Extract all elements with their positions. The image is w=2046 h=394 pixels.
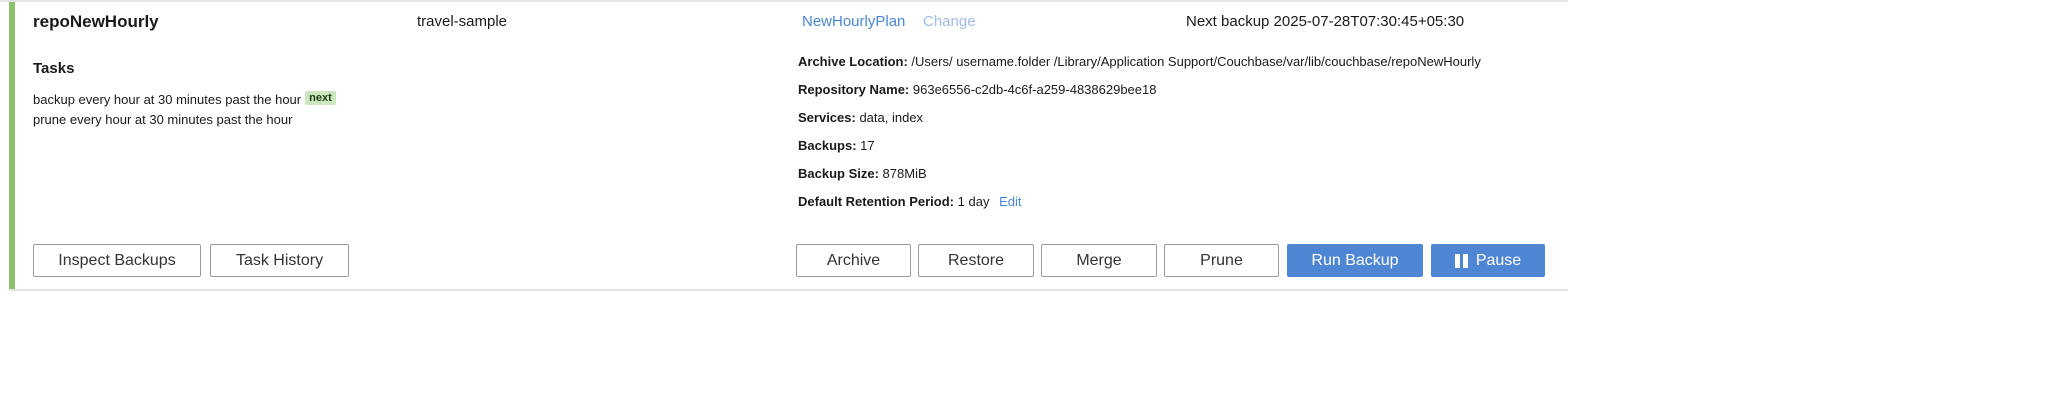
task-history-button[interactable]: Task History xyxy=(210,244,349,277)
task-item: prune every hour at 30 minutes past the … xyxy=(33,112,292,127)
retention-value: 1 day xyxy=(957,194,990,209)
services-value: data, index xyxy=(859,110,924,125)
backup-size-label: Backup Size: xyxy=(798,166,879,181)
next-badge: next xyxy=(305,91,336,105)
bucket-name: travel-sample xyxy=(417,13,508,30)
repository-name-label: Repository Name: xyxy=(798,82,910,97)
retention-row: Default Retention Period: 1 day Edit xyxy=(798,194,1021,209)
task-item: backup every hour at 30 minutes past the… xyxy=(33,91,336,108)
edit-retention-link[interactable]: Edit xyxy=(999,194,1021,209)
plan-link[interactable]: NewHourlyPlan xyxy=(802,13,905,30)
retention-label: Default Retention Period: xyxy=(798,194,955,209)
backups-label: Backups: xyxy=(798,138,857,153)
status-accent-bar xyxy=(9,2,15,290)
backups-value: 17 xyxy=(860,138,875,153)
top-divider xyxy=(0,0,1568,2)
pause-label: Pause xyxy=(1475,251,1522,269)
change-plan-link[interactable]: Change xyxy=(923,13,976,30)
repository-name-row: Repository Name: 963e6556-c2db-4c6f-a259… xyxy=(798,82,1156,97)
archive-location-row: Archive Location: /Users/ username.folde… xyxy=(798,54,1481,69)
prune-button[interactable]: Prune xyxy=(1164,244,1279,277)
restore-button[interactable]: Restore xyxy=(918,244,1034,277)
archive-location-value: /Users/ username.folder /Library/Applica… xyxy=(911,54,1481,69)
task-text: prune every hour at 30 minutes past the … xyxy=(33,112,293,127)
archive-location-label: Archive Location: xyxy=(798,54,908,69)
merge-button[interactable]: Merge xyxy=(1041,244,1157,277)
services-label: Services: xyxy=(798,110,856,125)
bottom-divider xyxy=(9,289,1568,291)
backups-row: Backups: 17 xyxy=(798,138,875,153)
backup-size-value: 878MiB xyxy=(882,166,927,181)
repository-name-value: 963e6556-c2db-4c6f-a259-4838629bee18 xyxy=(912,82,1157,97)
inspect-backups-button[interactable]: Inspect Backups xyxy=(33,244,201,277)
tasks-heading: Tasks xyxy=(33,60,75,77)
repository-title: repoNewHourly xyxy=(33,12,159,31)
run-backup-button[interactable]: Run Backup xyxy=(1287,244,1423,277)
archive-button[interactable]: Archive xyxy=(796,244,911,277)
task-text: backup every hour at 30 minutes past the… xyxy=(33,92,302,107)
services-row: Services: data, index xyxy=(798,110,923,125)
pause-icon xyxy=(1454,253,1468,268)
backup-size-row: Backup Size: 878MiB xyxy=(798,166,927,181)
next-backup-text: Next backup 2025-07-28T07:30:45+05:30 xyxy=(1186,13,1465,30)
pause-button[interactable]: Pause xyxy=(1431,244,1545,277)
